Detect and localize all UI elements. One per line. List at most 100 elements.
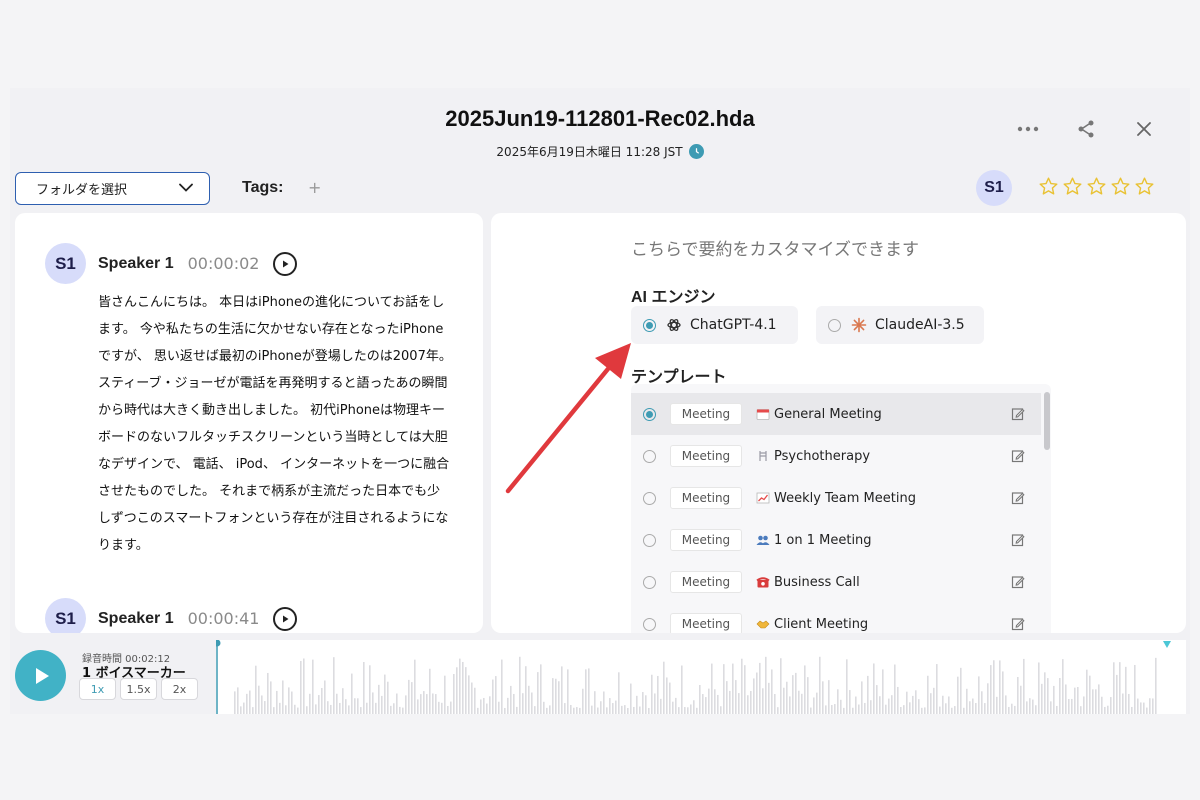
waveform-bar — [1005, 695, 1007, 714]
template-radio[interactable] — [643, 491, 656, 505]
engine-radio[interactable] — [643, 318, 656, 332]
waveform-bar — [1071, 698, 1073, 714]
template-row[interactable]: Meeting 1 on 1 Meeting — [631, 519, 1041, 561]
template-row[interactable]: Meeting General Meeting — [631, 393, 1041, 435]
waveform-bar — [882, 669, 884, 714]
template-row[interactable]: Meeting Client Meeting — [631, 603, 1041, 633]
segment-timestamp[interactable]: 00:00:02 — [188, 254, 260, 273]
waveform-bar — [1095, 689, 1097, 714]
star-icon[interactable] — [1134, 176, 1155, 197]
template-row[interactable]: Meeting Business Call — [631, 561, 1041, 603]
waveform-bar — [249, 690, 251, 714]
engine-option-claude[interactable]: ClaudeAI-3.5 — [816, 306, 984, 344]
waveform-bar — [597, 707, 599, 714]
speaker-avatar[interactable]: S1 — [976, 170, 1012, 206]
play-button[interactable] — [15, 650, 66, 701]
waveform-bar — [435, 694, 437, 714]
waveform-bar — [771, 669, 773, 714]
waveform-bar — [282, 680, 284, 714]
waveform-bar — [342, 688, 344, 714]
waveform-bar — [918, 699, 920, 714]
waveform-bar — [318, 695, 320, 714]
waveform-bar — [927, 675, 929, 714]
waveform-bar — [696, 707, 698, 714]
star-icon[interactable] — [1038, 176, 1059, 197]
waveform-bar — [408, 679, 410, 714]
waveform-bar — [309, 693, 311, 714]
edit-icon[interactable] — [1011, 575, 1025, 589]
edit-icon[interactable] — [1011, 449, 1025, 463]
share-icon[interactable] — [1070, 118, 1102, 140]
waveform-bar — [981, 691, 983, 714]
waveform-bar — [234, 691, 236, 714]
segment-speaker-name[interactable]: Speaker 1 — [98, 255, 174, 273]
waveform-bar — [1014, 705, 1016, 714]
waveform-bar — [924, 707, 926, 714]
template-scrollbar[interactable] — [1044, 392, 1050, 450]
template-row[interactable]: Meeting Weekly Team Meeting — [631, 477, 1041, 519]
play-icon[interactable] — [273, 251, 298, 276]
rating-stars — [1038, 176, 1155, 197]
template-category-badge: Meeting — [670, 403, 742, 425]
speed-2x-button[interactable]: 2x — [161, 678, 198, 700]
waveform-bar — [246, 693, 248, 714]
star-icon[interactable] — [1110, 176, 1131, 197]
waveform-bar — [564, 703, 566, 714]
star-icon[interactable] — [1086, 176, 1107, 197]
waveform-bar — [543, 701, 545, 714]
waveform-bar — [1131, 706, 1133, 714]
segment-timestamp[interactable]: 00:00:41 — [188, 609, 260, 628]
waveform-bar — [1050, 701, 1052, 714]
template-radio[interactable] — [643, 407, 656, 421]
waveform-bar — [972, 698, 974, 714]
play-icon[interactable] — [273, 606, 298, 631]
waveform-bar — [645, 695, 647, 714]
speed-1x-button[interactable]: 1x — [79, 678, 116, 700]
edit-icon[interactable] — [1011, 491, 1025, 505]
close-icon[interactable] — [1128, 118, 1160, 140]
waveform-bar — [663, 661, 665, 714]
template-radio[interactable] — [643, 449, 656, 463]
engine-radio[interactable] — [828, 318, 841, 332]
star-icon[interactable] — [1062, 176, 1083, 197]
tags-label: Tags: — [242, 179, 284, 196]
waveform-bar — [810, 707, 812, 714]
template-row[interactable]: Meeting Psychotherapy — [631, 435, 1041, 477]
segment-speaker-name[interactable]: Speaker 1 — [98, 610, 174, 628]
voice-marker-icon[interactable] — [1163, 641, 1171, 648]
edit-icon[interactable] — [1011, 617, 1025, 631]
waveform-bar — [255, 665, 257, 714]
waveform-bar — [1104, 706, 1106, 714]
template-radio[interactable] — [643, 575, 656, 589]
folder-select[interactable]: フォルダを選択 — [15, 172, 210, 205]
edit-icon[interactable] — [1011, 533, 1025, 547]
edit-icon[interactable] — [1011, 407, 1025, 421]
waveform-bar — [432, 693, 434, 714]
handshake-icon — [756, 618, 770, 630]
add-tag-button[interactable]: + — [308, 178, 321, 197]
waveform-bar — [708, 688, 710, 714]
waveform-bar — [1080, 706, 1082, 714]
template-radio[interactable] — [643, 617, 656, 631]
waveform-bar — [1062, 659, 1064, 714]
waveform-bar — [321, 688, 323, 714]
waveform-bar — [1023, 658, 1025, 714]
waveform[interactable] — [213, 639, 1186, 714]
playhead-handle[interactable] — [213, 639, 221, 647]
waveform-bar — [825, 705, 827, 714]
template-radio[interactable] — [643, 533, 656, 547]
engine-option-chatgpt[interactable]: ChatGPT-4.1 — [631, 306, 798, 344]
waveform-bar — [792, 675, 794, 714]
waveform-bar — [855, 696, 857, 714]
speed-1-5x-button[interactable]: 1.5x — [120, 678, 157, 700]
waveform-bar — [666, 677, 668, 714]
waveform-bar — [258, 685, 260, 714]
waveform-bar — [939, 706, 941, 714]
more-icon[interactable] — [1012, 118, 1044, 140]
waveform-bar — [348, 705, 350, 714]
clock-icon[interactable] — [688, 144, 704, 159]
template-category-badge: Meeting — [670, 529, 742, 551]
play-icon — [35, 667, 49, 684]
waveform-bar — [699, 685, 701, 714]
waveform-bar — [462, 661, 464, 714]
